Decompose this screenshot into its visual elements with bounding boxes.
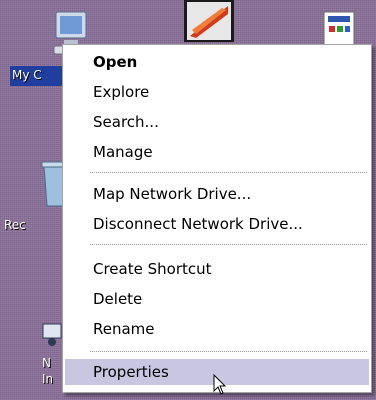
menu-item-disconnect-network-drive[interactable]: Disconnect Network Drive... <box>65 211 369 237</box>
menu-separator <box>90 172 367 173</box>
menu-separator <box>90 351 367 352</box>
menu-separator <box>90 244 367 245</box>
network-label-line2: In <box>42 372 54 386</box>
application-icon[interactable] <box>182 0 236 44</box>
my-computer-label: My C <box>12 68 42 82</box>
context-menu: Open Explore Search... Manage Map Networ… <box>62 44 372 393</box>
menu-item-search[interactable]: Search... <box>65 109 369 135</box>
menu-item-explore[interactable]: Explore <box>65 79 369 105</box>
menu-item-create-shortcut[interactable]: Create Shortcut <box>65 256 369 282</box>
network-icon[interactable] <box>40 320 64 348</box>
menu-item-rename[interactable]: Rename <box>65 316 369 342</box>
menu-item-open[interactable]: Open <box>65 49 369 75</box>
network-label-line1: N <box>42 356 51 370</box>
mouse-cursor-icon <box>213 373 227 396</box>
menu-item-manage[interactable]: Manage <box>65 139 369 165</box>
menu-item-delete[interactable]: Delete <box>65 286 369 312</box>
recycle-bin-label: Rec <box>4 218 26 232</box>
menu-item-map-network-drive[interactable]: Map Network Drive... <box>65 181 369 207</box>
document-icon[interactable] <box>320 10 360 48</box>
